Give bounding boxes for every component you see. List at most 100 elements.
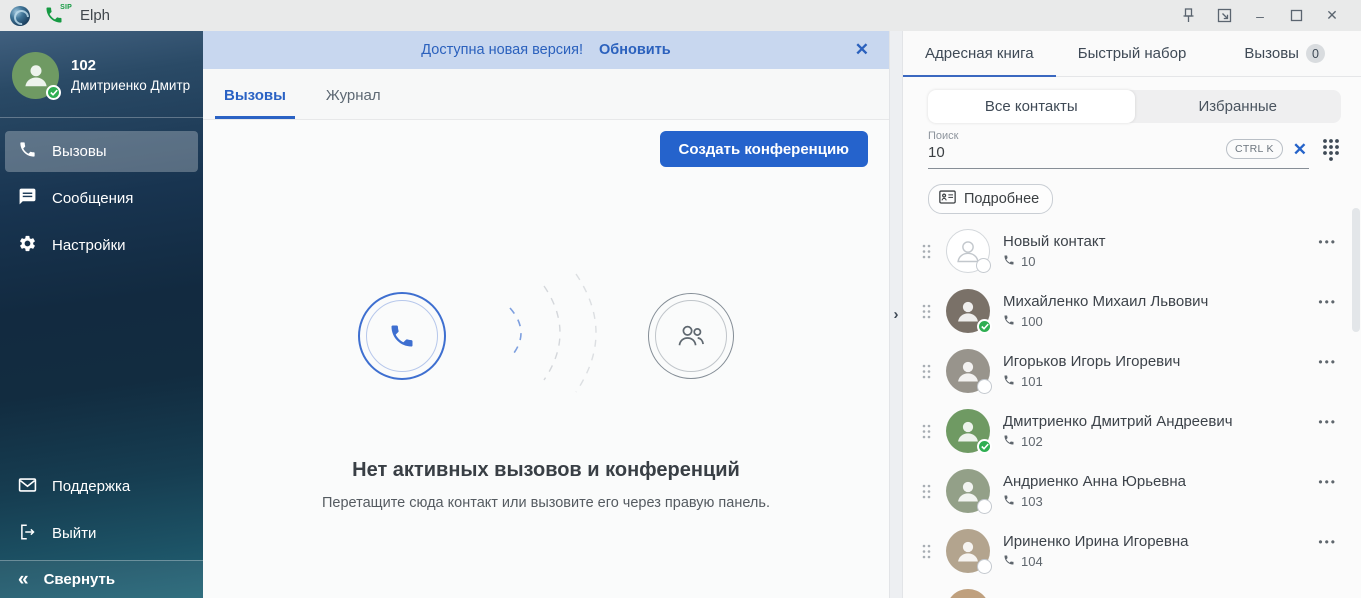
panel-collapse-chevron-icon[interactable]: › — [894, 306, 899, 323]
app-logo-icon — [10, 6, 30, 26]
sidebar-menu: Вызовы Сообщения Настройки — [0, 118, 203, 266]
contact-name: Игорьков Игорь Игоревич — [1003, 353, 1180, 370]
phone-icon — [18, 140, 37, 163]
sidebar-item-messages[interactable]: Сообщения — [5, 178, 198, 219]
contact-row[interactable]: Дмитриенко Дмитрий Андреевич 102 ••• — [903, 401, 1361, 461]
empty-state-subtitle: Перетащите сюда контакт или вызовите его… — [322, 495, 770, 511]
sidebar-item-support[interactable]: Поддержка — [5, 466, 198, 507]
contact-number: 104 — [1021, 554, 1043, 569]
segment-all-contacts[interactable]: Все контакты — [928, 90, 1135, 123]
details-button[interactable]: Подробнее — [928, 184, 1053, 214]
sidebar-footer: Поддержка Выйти — [5, 466, 198, 560]
create-conference-button[interactable]: Создать конференцию — [660, 131, 868, 167]
sidebar-item-settings[interactable]: Настройки — [5, 225, 198, 266]
search-input[interactable]: Поиск 10 CTRL K ✕ — [928, 130, 1309, 169]
tab-speed-dial[interactable]: Быстрый набор — [1056, 31, 1209, 76]
user-profile[interactable]: 102 Дмитриенко Дмитр… — [0, 31, 203, 118]
minimize-icon[interactable]: – — [1249, 5, 1271, 27]
sidebar-item-label: Сообщения — [52, 190, 133, 207]
tab-address-book[interactable]: Адресная книга — [903, 31, 1056, 76]
drag-handle-icon[interactable] — [922, 304, 931, 319]
close-icon[interactable]: ✕ — [1321, 5, 1343, 27]
contact-row[interactable]: Новый контакт 10 ••• — [903, 221, 1361, 281]
clear-search-icon[interactable]: ✕ — [1293, 141, 1307, 158]
dialpad-icon[interactable] — [1321, 138, 1341, 161]
status-badge — [977, 439, 992, 454]
gear-icon — [18, 234, 37, 257]
phone-small-icon — [1003, 434, 1015, 449]
contact-number: 101 — [1021, 374, 1043, 389]
drag-handle-icon[interactable] — [922, 364, 931, 379]
contact-name: Ириненко Ирина Игоревна — [1003, 533, 1189, 550]
contact-avatar — [946, 349, 990, 393]
contact-avatar — [946, 409, 990, 453]
contact-name: Андриенко Анна Юрьевна — [1003, 473, 1186, 490]
app-title: Elph — [80, 7, 110, 24]
sidebar-item-label: Выйти — [52, 525, 96, 542]
sidebar-item-label: Поддержка — [52, 478, 130, 495]
contact-number: 10 — [1021, 254, 1035, 269]
presence-badge — [46, 85, 61, 100]
right-panel-tabbar: Адресная книга Быстрый набор Вызовы 0 — [903, 31, 1361, 77]
contact-avatar — [946, 529, 990, 573]
contact-row[interactable]: Петренко Пётр Петрович ••• — [903, 581, 1361, 598]
sip-phone-icon: SIP — [44, 5, 70, 27]
contact-row[interactable]: Андриенко Анна Юрьевна 103 ••• — [903, 461, 1361, 521]
contact-name: Дмитриенко Дмитрий Андреевич — [1003, 413, 1233, 430]
status-badge — [977, 499, 992, 514]
drag-handle-icon[interactable] — [922, 424, 931, 439]
popout-icon[interactable] — [1213, 5, 1235, 27]
contact-row[interactable]: Ириненко Ирина Игоревна 104 ••• — [903, 521, 1361, 581]
chat-icon — [18, 187, 37, 210]
more-menu-icon[interactable]: ••• — [1318, 295, 1337, 309]
tab-journal[interactable]: Журнал — [320, 87, 387, 119]
sidebar-item-calls[interactable]: Вызовы — [5, 131, 198, 172]
contact-list: Новый контакт 10 ••• — [903, 221, 1361, 598]
signal-arcs-icon — [492, 268, 612, 403]
more-menu-icon[interactable]: ••• — [1318, 355, 1337, 369]
right-panel: Адресная книга Быстрый набор Вызовы 0 Вс… — [903, 31, 1361, 598]
empty-state-title: Нет активных вызовов и конференций — [352, 459, 740, 482]
tab-calls[interactable]: Вызовы — [218, 87, 292, 119]
phone-circle-icon — [358, 292, 446, 380]
shortcut-badge: CTRL K — [1226, 139, 1283, 159]
empty-state: Нет активных вызовов и конференций Перет… — [203, 268, 889, 511]
status-badge — [977, 319, 992, 334]
more-menu-icon[interactable]: ••• — [1318, 235, 1337, 249]
conference-circle-icon — [648, 293, 734, 379]
sidebar: 102 Дмитриенко Дмитр… Вызовы Сообщения Н… — [0, 31, 203, 598]
mail-icon — [18, 477, 37, 497]
phone-small-icon — [1003, 254, 1015, 269]
banner-close-icon[interactable]: ✕ — [855, 31, 869, 69]
main-tabbar: Вызовы Журнал — [203, 69, 889, 120]
drag-handle-icon[interactable] — [922, 244, 931, 259]
contact-row[interactable]: Игорьков Игорь Игоревич 101 ••• — [903, 341, 1361, 401]
sidebar-item-logout[interactable]: Выйти — [5, 513, 198, 554]
calls-content: Создать конференцию Нет активных вызов — [203, 120, 889, 598]
sidebar-item-label: Вызовы — [52, 143, 107, 160]
drag-handle-icon[interactable] — [922, 484, 931, 499]
contact-number: 100 — [1021, 314, 1043, 329]
titlebar: SIP Elph – ✕ — [0, 0, 1361, 31]
tab-calls-right[interactable]: Вызовы 0 — [1208, 31, 1361, 76]
more-menu-icon[interactable]: ••• — [1318, 475, 1337, 489]
drag-handle-icon[interactable] — [922, 544, 931, 559]
scrollbar-thumb[interactable] — [1352, 208, 1360, 332]
sip-label: SIP — [60, 4, 72, 11]
sidebar-collapse-button[interactable]: « Свернуть — [0, 560, 203, 598]
panel-divider: › — [889, 31, 903, 598]
update-link[interactable]: Обновить — [599, 42, 671, 58]
more-menu-icon[interactable]: ••• — [1318, 415, 1337, 429]
user-avatar — [12, 52, 59, 99]
contact-name: Михайленко Михаил Львович — [1003, 293, 1208, 310]
double-chevron-left-icon: « — [18, 570, 29, 589]
more-menu-icon[interactable]: ••• — [1318, 535, 1337, 549]
segment-favorites[interactable]: Избранные — [1135, 90, 1342, 123]
contact-number: 102 — [1021, 434, 1043, 449]
contact-row[interactable]: Михайленко Михаил Львович 100 ••• — [903, 281, 1361, 341]
banner-message: Доступна новая версия! — [421, 42, 583, 58]
contact-name: Новый контакт — [1003, 233, 1105, 250]
pin-icon[interactable] — [1177, 5, 1199, 27]
maximize-icon[interactable] — [1285, 5, 1307, 27]
status-badge — [977, 559, 992, 574]
